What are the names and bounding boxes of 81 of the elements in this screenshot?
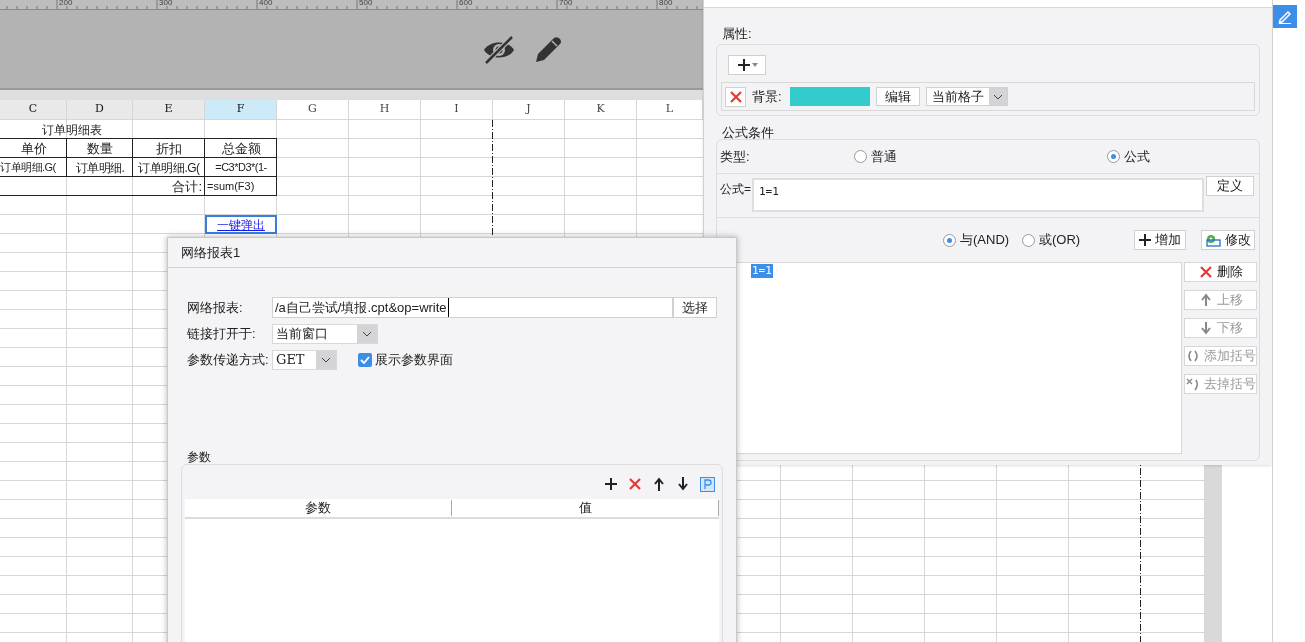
ruler-label: 400 [259, 0, 273, 7]
table-cell-text: 订单明细.G( [137, 159, 201, 177]
column-header[interactable]: E [133, 100, 205, 120]
table-cell-text: =sum(F3) [206, 179, 256, 195]
field-label: 参数传递方式: [187, 350, 270, 369]
open-in-dropdown[interactable]: 当前窗口 [272, 323, 378, 344]
dialog-title: 网络报表1 [181, 243, 241, 262]
pencil-icon [1278, 9, 1292, 24]
plus-icon [736, 58, 751, 72]
eye-slash-icon[interactable] [482, 35, 516, 65]
ruler-label: 800 [659, 0, 673, 7]
radio-label: 与(AND) [960, 231, 1010, 250]
arrow-up-icon [1198, 293, 1213, 307]
table-header-cell[interactable]: 值 [452, 500, 719, 516]
plus-icon[interactable] [604, 477, 618, 491]
field-label: 网络报表: [187, 298, 244, 317]
column-header[interactable]: F [205, 100, 277, 120]
chevron-down-icon [992, 93, 1003, 100]
ruler-label: 700 [559, 0, 573, 7]
close-icon[interactable] [628, 477, 642, 491]
table-cell-text: 合计: [171, 177, 203, 196]
table-header-cell-text: 数量 [86, 139, 114, 158]
edit-tab[interactable] [1273, 5, 1297, 28]
chevron-down-icon [321, 356, 331, 363]
column-header[interactable]: C [0, 100, 67, 120]
table-cell-text: 订单明细.G( [0, 160, 57, 176]
input-field[interactable]: /a自己尝试/填报.cpt&op=write [272, 297, 673, 318]
parentheses-icon [1185, 349, 1200, 363]
color-swatch[interactable] [789, 87, 870, 106]
ruler-label: 200 [59, 0, 73, 7]
radio-label: 普通 [871, 147, 897, 166]
field-label: 类型: [720, 147, 751, 166]
field-label: 公式= [720, 181, 752, 198]
gear-icon [1205, 233, 1221, 247]
add-dropdown-button[interactable] [728, 55, 766, 75]
radio-button[interactable] [943, 233, 956, 247]
section-label: 属性: [721, 26, 753, 42]
check-icon [360, 355, 370, 364]
define-button[interactable]: 定义 [1206, 176, 1254, 196]
arrow-down-icon [1198, 321, 1213, 335]
formula-field[interactable]: 1=1 [752, 178, 1204, 212]
edit-button[interactable]: 编辑 [875, 87, 920, 106]
remove-button[interactable] [725, 86, 746, 107]
column-header[interactable]: D [67, 100, 133, 120]
table-header-cell-text: 单价 [19, 139, 48, 158]
table-title: 订单明细表 [40, 121, 103, 139]
checkbox[interactable] [358, 352, 372, 367]
link-cell[interactable]: 一键弹出 [205, 215, 277, 234]
section-label: 参数 [186, 450, 211, 464]
radio-button[interactable] [1022, 233, 1035, 247]
table-cell-text: 订单明细. [74, 159, 126, 177]
radio-label: 公式 [1124, 147, 1150, 166]
parentheses-icon [1185, 377, 1200, 391]
radio-label: 或(OR) [1039, 231, 1081, 250]
close-icon [1198, 265, 1213, 279]
checkbox-label: 展示参数界面 [375, 350, 453, 369]
caret-icon [751, 63, 758, 67]
ruler-label: 300 [159, 0, 173, 7]
scope-dropdown[interactable]: 当前格子 [925, 87, 1008, 106]
method-dropdown[interactable]: GET [272, 349, 337, 370]
table-header-cell-text: 折扣 [155, 139, 183, 158]
choose-button[interactable]: 选择 [673, 297, 717, 318]
add-button[interactable]: 增加 [1134, 230, 1186, 250]
ruler-label: 500 [359, 0, 373, 7]
ruler-label: 600 [459, 0, 473, 7]
radio-button[interactable] [1107, 150, 1120, 163]
close-icon [728, 89, 743, 104]
arrow-up-icon[interactable] [652, 477, 666, 491]
table-cell-text: =C3*D3*(1- [214, 160, 268, 176]
plus-icon [1139, 234, 1151, 246]
section-label: 公式条件 [721, 125, 775, 141]
field-label: 链接打开于: [187, 324, 257, 343]
table-header-cell-text: 总金额 [220, 139, 262, 158]
parameter-icon[interactable] [700, 476, 715, 492]
list-action-button[interactable]: 删除 [1184, 262, 1257, 282]
field-label: 背景: [752, 87, 782, 106]
chevron-down-icon [362, 330, 372, 337]
table-header-cell[interactable]: 参数 [185, 500, 452, 516]
arrow-down-icon[interactable] [676, 477, 690, 491]
radio-button[interactable] [854, 150, 867, 163]
modify-button[interactable]: 修改 [1201, 230, 1255, 250]
